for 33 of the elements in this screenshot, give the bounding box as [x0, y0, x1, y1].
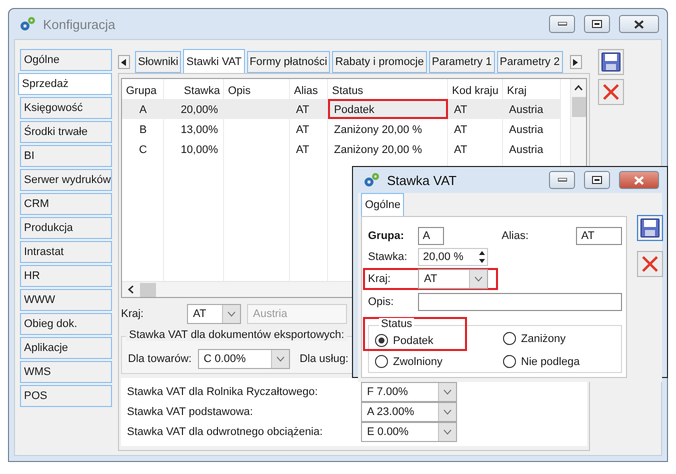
table-cell-text: AT	[295, 143, 310, 158]
table-cell-text: 10,00%	[180, 143, 219, 158]
window-title: Konfiguracja	[43, 16, 116, 32]
field-label: Kraj:	[121, 308, 145, 320]
table-cell-text: AT	[295, 123, 310, 138]
field-label: Stawka VAT podstawowa:	[127, 406, 254, 418]
table-cell-text: 13,00%	[180, 123, 219, 138]
field-label: Stawka VAT dla Rolnika Ryczałtowego:	[127, 386, 319, 398]
table-cell-text: Austria	[508, 143, 544, 158]
group-title: Status	[379, 318, 414, 330]
table-cell-text: Austria	[508, 123, 544, 138]
table-cell-text: B	[138, 123, 148, 138]
table-cell-text: AT	[453, 123, 468, 138]
table-cell: 20,00%	[164, 99, 224, 119]
field-label: Dla towarów:	[128, 353, 192, 365]
field-label: Dla usług:	[300, 353, 348, 365]
table-cell: AT	[448, 99, 503, 119]
table-cell: Austria	[503, 99, 561, 119]
table-cell-text: C	[138, 143, 148, 158]
field-label: Grupa:	[368, 230, 406, 242]
field-label: Stawka:	[368, 250, 408, 262]
table-cell-text: Zaniżony 20,00 %	[333, 143, 424, 158]
dialog-title: Stawka VAT	[387, 172, 458, 188]
field-label: Stawka VAT dla odwrotnego obciążenia:	[127, 426, 324, 438]
field-label: Alias:	[502, 230, 530, 242]
table-cell-text: Zaniżony 20,00 %	[333, 123, 424, 138]
field-label: Opis:	[368, 296, 395, 308]
table-cell-text: AT	[453, 143, 468, 158]
table-cell: A	[122, 99, 164, 119]
field-label: Kraj:	[368, 273, 392, 285]
table-cell: Podatek	[328, 99, 448, 119]
table-cell: AT	[290, 99, 328, 119]
group-title: Stawka VAT dla dokumentów eksportowych:	[126, 329, 348, 341]
